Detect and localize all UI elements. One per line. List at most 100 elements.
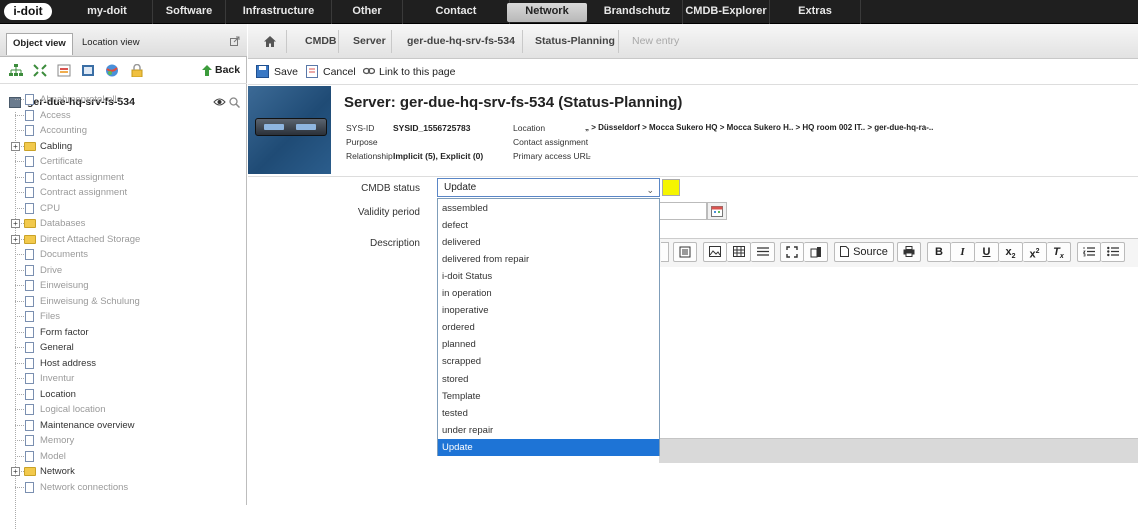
server-image xyxy=(248,86,331,174)
folder-icon xyxy=(24,234,36,244)
location-value[interactable]: „ > Düsseldorf > Mocca Sukero HQ > Mocca… xyxy=(585,123,933,132)
cancel-button[interactable]: Cancel xyxy=(323,65,356,79)
status-option[interactable]: under repair xyxy=(438,422,659,439)
cmdb-status-dropdown: assembled defect delivered delivered from r… xyxy=(437,198,660,456)
expand-icon[interactable]: + xyxy=(11,467,20,476)
template-icon xyxy=(679,246,691,258)
contact-label: Contact assignment xyxy=(513,137,589,147)
editor-subscript-button[interactable]: x2 xyxy=(999,242,1023,262)
tree-item-label: Einweisung xyxy=(40,280,89,291)
tab-location-view[interactable]: Location view xyxy=(76,33,146,55)
editor-bold-button[interactable]: B xyxy=(927,242,951,262)
editor-showblocks-button[interactable] xyxy=(804,242,828,262)
status-option[interactable]: planned xyxy=(438,336,659,353)
image-icon xyxy=(709,246,721,257)
tree-icon[interactable] xyxy=(9,64,23,77)
editor-template-button[interactable] xyxy=(673,242,697,262)
status-option[interactable]: defect xyxy=(438,217,659,234)
document-icon xyxy=(25,94,34,105)
cancel-icon xyxy=(306,65,318,78)
globe-icon[interactable] xyxy=(105,64,119,77)
document-icon xyxy=(25,357,34,369)
status-option[interactable]: assembled xyxy=(438,200,659,217)
editor-status-bar xyxy=(659,438,1138,463)
left-pane: Object view Location view Back ger-due-h… xyxy=(0,24,247,529)
maximize-icon xyxy=(786,246,798,258)
status-option[interactable]: stored xyxy=(438,371,659,388)
status-option[interactable]: i-doit Status xyxy=(438,268,659,285)
editor-table-button[interactable] xyxy=(727,242,751,262)
tree-item-label: Documents xyxy=(40,249,89,260)
status-option[interactable]: ordered xyxy=(438,319,659,336)
nav-contact[interactable]: Contact xyxy=(403,0,509,24)
link-to-page[interactable]: Link to this page xyxy=(379,65,455,79)
status-option[interactable]: in operation xyxy=(438,285,659,302)
editor-maximize-button[interactable] xyxy=(780,242,804,262)
breadcrumb-cmdb[interactable]: CMDB xyxy=(305,24,337,59)
nav-extras[interactable]: Extras xyxy=(770,0,860,24)
nav-network[interactable]: Network xyxy=(507,3,587,22)
tab-object-view[interactable]: Object view xyxy=(6,33,73,55)
link-icon xyxy=(363,67,375,75)
editor-source-button[interactable]: Source xyxy=(834,242,894,262)
expand-icon[interactable]: + xyxy=(11,219,20,228)
cmdb-status-value: Update xyxy=(444,182,477,193)
calendar-button[interactable] xyxy=(707,202,727,220)
list-icon[interactable] xyxy=(57,64,71,77)
editor-remove-format-button[interactable]: Tx xyxy=(1047,242,1071,262)
nav-other[interactable]: Other xyxy=(332,0,402,24)
status-option[interactable]: Update xyxy=(438,438,659,456)
nav-my-doit[interactable]: my-doit xyxy=(62,0,152,24)
folder-icon xyxy=(24,219,36,228)
home-icon[interactable] xyxy=(264,36,276,47)
breadcrumb-object[interactable]: ger-due-hq-srv-fs-534 xyxy=(407,24,515,59)
status-option[interactable]: tested xyxy=(438,405,659,422)
editor-hr-button[interactable] xyxy=(751,242,775,262)
editor-bullet-list-button[interactable] xyxy=(1101,242,1125,262)
document-icon xyxy=(25,326,34,338)
external-link-icon[interactable] xyxy=(230,36,240,46)
expand-icon[interactable]: + xyxy=(11,234,20,244)
editor-underline-button[interactable]: U xyxy=(975,242,999,262)
i-doit-logo[interactable]: i-doit xyxy=(4,3,52,20)
nav-software[interactable]: Software xyxy=(153,0,225,24)
book-icon[interactable] xyxy=(81,64,95,77)
status-option[interactable]: delivered from repair xyxy=(438,251,659,268)
tree-item-label: Databases xyxy=(40,218,86,229)
description-label: Description xyxy=(369,238,420,249)
document-icon xyxy=(25,109,34,121)
cmdb-status-select[interactable]: Update ⌄ xyxy=(437,178,660,197)
nav-infrastructure[interactable]: Infrastructure xyxy=(226,0,331,24)
back-arrow-icon[interactable] xyxy=(200,64,214,77)
back-button[interactable]: Back xyxy=(215,64,240,76)
status-option[interactable]: scrapped xyxy=(438,353,659,370)
eye-icon[interactable] xyxy=(213,97,226,107)
editor-image-button[interactable] xyxy=(703,242,727,262)
editor-partial-button[interactable] xyxy=(661,242,669,262)
status-option[interactable]: inoperative xyxy=(438,302,659,319)
nav-cmdb-explorer[interactable]: CMDB-Explorer xyxy=(683,0,769,24)
document-icon xyxy=(25,125,34,136)
folder-icon xyxy=(24,141,36,151)
status-option[interactable]: delivered xyxy=(438,234,659,251)
description-editor[interactable]: Source B I U x2 x2 Tx xyxy=(659,238,1138,463)
lock-icon[interactable] xyxy=(130,64,144,77)
magnifier-icon[interactable] xyxy=(229,97,240,108)
editor-print-button[interactable] xyxy=(897,242,921,262)
tree-item-label: Location xyxy=(40,388,76,400)
nav-brandschutz[interactable]: Brandschutz xyxy=(592,0,682,24)
status-option[interactable]: Template xyxy=(438,388,659,405)
editor-numbered-list-button[interactable] xyxy=(1077,242,1101,262)
tree-item-label: Model xyxy=(40,450,66,462)
save-button[interactable]: Save xyxy=(274,65,298,79)
action-bar: Save Cancel Link to this page xyxy=(248,59,1138,85)
breadcrumb-status[interactable]: Status-Planning xyxy=(535,24,615,59)
expand-icon[interactable]: + xyxy=(11,141,20,151)
editor-italic-button[interactable]: I xyxy=(951,242,975,262)
editor-superscript-button[interactable]: x2 xyxy=(1023,242,1047,262)
validity-period-input[interactable] xyxy=(659,202,707,220)
breadcrumb-server[interactable]: Server xyxy=(353,24,386,59)
expand-icon[interactable] xyxy=(33,64,47,77)
relationship-value[interactable]: Implicit (5), Explicit (0) xyxy=(393,151,483,161)
cmdb-status-label: CMDB status xyxy=(361,183,420,194)
